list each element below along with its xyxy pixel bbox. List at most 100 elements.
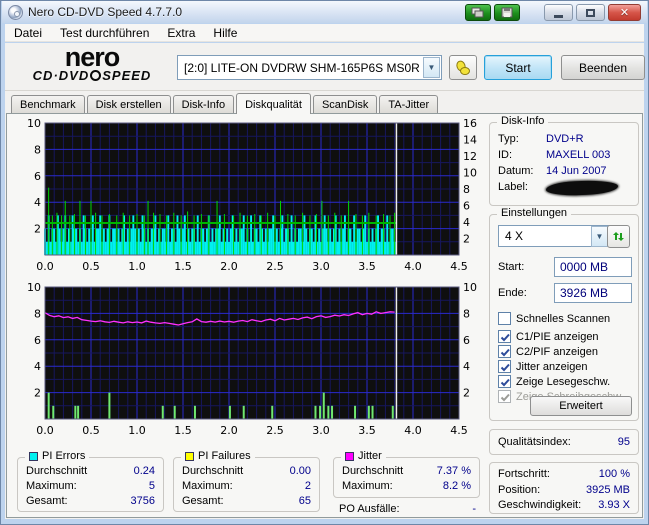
svg-text:10: 10 (463, 167, 477, 180)
svg-text:2.5: 2.5 (266, 424, 284, 437)
checkbox-zeige-lesegeschw[interactable]: Zeige Lesegeschw. (498, 374, 636, 389)
tab-page-area: Benchmark Disk erstellen Disk-Info Diskq… (5, 91, 644, 519)
disk-info-title: Disk-Info (501, 115, 544, 127)
svg-text:3.0: 3.0 (312, 260, 330, 273)
refresh-button[interactable] (607, 225, 630, 248)
jitter-pif-chart: 2468102468100.00.51.01.52.02.53.03.54.04… (9, 282, 481, 445)
beenden-button[interactable]: Beenden (561, 55, 645, 80)
progress-value: 100 % (599, 468, 630, 482)
checkbox-icon[interactable] (498, 312, 511, 325)
disk-id-label: ID: (498, 149, 546, 162)
svg-text:2.0: 2.0 (220, 260, 238, 273)
end-input[interactable] (554, 283, 632, 303)
svg-text:3.0: 3.0 (312, 424, 330, 437)
stat-value: 0.00 (290, 465, 311, 478)
checkbox-label: C2/PIF anzeigen (516, 346, 598, 358)
screenshot-save-button[interactable] (494, 4, 520, 21)
start-button-label: Start (505, 61, 530, 75)
settings-title: Einstellungen (501, 207, 567, 219)
speed-select[interactable]: 4 X ▼ (498, 225, 610, 247)
screenshot-copy-button[interactable] (465, 4, 491, 21)
tab-label: ScanDisk (322, 99, 368, 111)
checkbox-c2-pif-anzeigen[interactable]: C2/PIF anzeigen (498, 344, 636, 359)
disk-date-label: Datum: (498, 165, 546, 178)
nero-logo: nero CD·DVD SPEED (17, 45, 167, 83)
checkbox-label: C1/PIE anzeigen (516, 331, 599, 343)
progress-label: Fortschritt: (498, 468, 550, 482)
menu-hilfe[interactable]: Hilfe (204, 25, 246, 41)
svg-text:3.5: 3.5 (358, 260, 376, 273)
svg-text:10: 10 (27, 118, 41, 130)
close-button[interactable]: ✕ (608, 4, 641, 21)
disk-type-value: DVD+R (546, 133, 584, 146)
nero-logo-subtitle: CD·DVD SPEED (17, 69, 167, 83)
menu-datei[interactable]: Datei (5, 25, 51, 41)
chevron-down-icon[interactable]: ▼ (591, 226, 608, 247)
disc-icon (90, 70, 101, 81)
svg-text:2: 2 (34, 223, 41, 236)
checkbox-schnelles-scannen[interactable]: Schnelles Scannen (498, 311, 636, 326)
svg-text:6: 6 (34, 170, 41, 183)
po-failures-row: PO Ausfälle: - (339, 503, 480, 515)
svg-text:14: 14 (463, 134, 477, 147)
end-field-label: Ende: (498, 287, 527, 299)
stat-label: Gesamt: (26, 495, 68, 508)
tab-diskqualitaet[interactable]: Diskqualität (236, 93, 311, 114)
checkbox-jitter-anzeigen[interactable]: Jitter anzeigen (498, 359, 636, 374)
svg-text:0.0: 0.0 (36, 260, 54, 273)
menu-extra[interactable]: Extra (158, 25, 204, 41)
tab-label: Disk-Info (182, 99, 225, 111)
po-failures-value: - (472, 503, 480, 515)
nero-logo-speed: SPEED (102, 68, 151, 83)
save-floppy-icon (501, 7, 513, 18)
svg-text:0.5: 0.5 (82, 424, 100, 437)
checkbox-icon[interactable] (498, 345, 511, 358)
menu-test-durchfuehren[interactable]: Test durchführen (51, 25, 158, 41)
nero-logo-cddvd: CD·DVD (33, 68, 90, 83)
tab-strip: Benchmark Disk erstellen Disk-Info Diskq… (11, 92, 440, 114)
erweitert-button[interactable]: Erweitert (530, 396, 632, 416)
position-label: Position: (498, 484, 540, 498)
svg-text:1.0: 1.0 (128, 424, 146, 437)
disk-label-redacted-value (546, 179, 618, 196)
maximize-button[interactable] (576, 4, 605, 21)
disk-label-label: Label: (498, 181, 546, 195)
refresh-arrows-icon (612, 230, 625, 243)
settings-checkboxes: Schnelles Scannen C1/PIE anzeigen C2/PIF… (498, 311, 636, 404)
tab-benchmark[interactable]: Benchmark (11, 95, 85, 114)
quality-index-groupbox: Qualitätsindex: 95 (489, 429, 639, 455)
stat-label: Gesamt: (182, 495, 224, 508)
checkbox-icon[interactable] (498, 330, 511, 343)
disk-type-label: Typ: (498, 133, 546, 146)
minimize-button[interactable] (544, 4, 573, 21)
title-bar[interactable]: Nero CD-DVD Speed 4.7.7.0 ✕ (2, 1, 647, 23)
svg-text:3.5: 3.5 (358, 424, 376, 437)
svg-text:1.5: 1.5 (174, 260, 192, 273)
nero-logo-wordmark: nero (17, 45, 167, 69)
tab-disk-info[interactable]: Disk-Info (173, 95, 234, 114)
jitter-groupbox: Jitter Durchschnitt7.37 % Maximum:8.2 % (333, 457, 480, 498)
tab-ta-jitter[interactable]: TA-Jitter (379, 95, 438, 114)
chevron-down-icon[interactable]: ▼ (423, 57, 440, 78)
toolbar: nero CD·DVD SPEED [2:0] LITE-ON DVDRW SHM… (5, 43, 644, 91)
settings-groupbox: Einstellungen 4 X ▼ Sta (489, 214, 639, 421)
window-title: Nero CD-DVD Speed 4.7.7.0 (28, 5, 182, 19)
svg-text:8: 8 (463, 307, 470, 320)
drive-select[interactable]: [2:0] LITE-ON DVDRW SHM-165P6S MS0R ▼ (177, 55, 442, 80)
svg-text:6: 6 (34, 334, 41, 347)
eject-disc-button[interactable] (449, 55, 477, 80)
stat-label: Maximum: (26, 480, 77, 493)
start-button[interactable]: Start (484, 55, 552, 80)
stat-label: Maximum: (342, 480, 393, 493)
tab-scandisk[interactable]: ScanDisk (313, 95, 377, 114)
checkbox-icon[interactable] (498, 360, 511, 373)
start-input[interactable] (554, 257, 632, 277)
checkbox-icon[interactable] (498, 375, 511, 388)
svg-text:4: 4 (463, 360, 470, 373)
svg-text:4.0: 4.0 (404, 424, 422, 437)
pi-errors-title: PI Errors (42, 450, 85, 462)
checkbox-c1-pie-anzeigen[interactable]: C1/PIE anzeigen (498, 329, 636, 344)
tab-disk-erstellen[interactable]: Disk erstellen (87, 95, 171, 114)
checkbox-label: Zeige Lesegeschw. (516, 376, 610, 388)
svg-text:0.5: 0.5 (82, 260, 100, 273)
